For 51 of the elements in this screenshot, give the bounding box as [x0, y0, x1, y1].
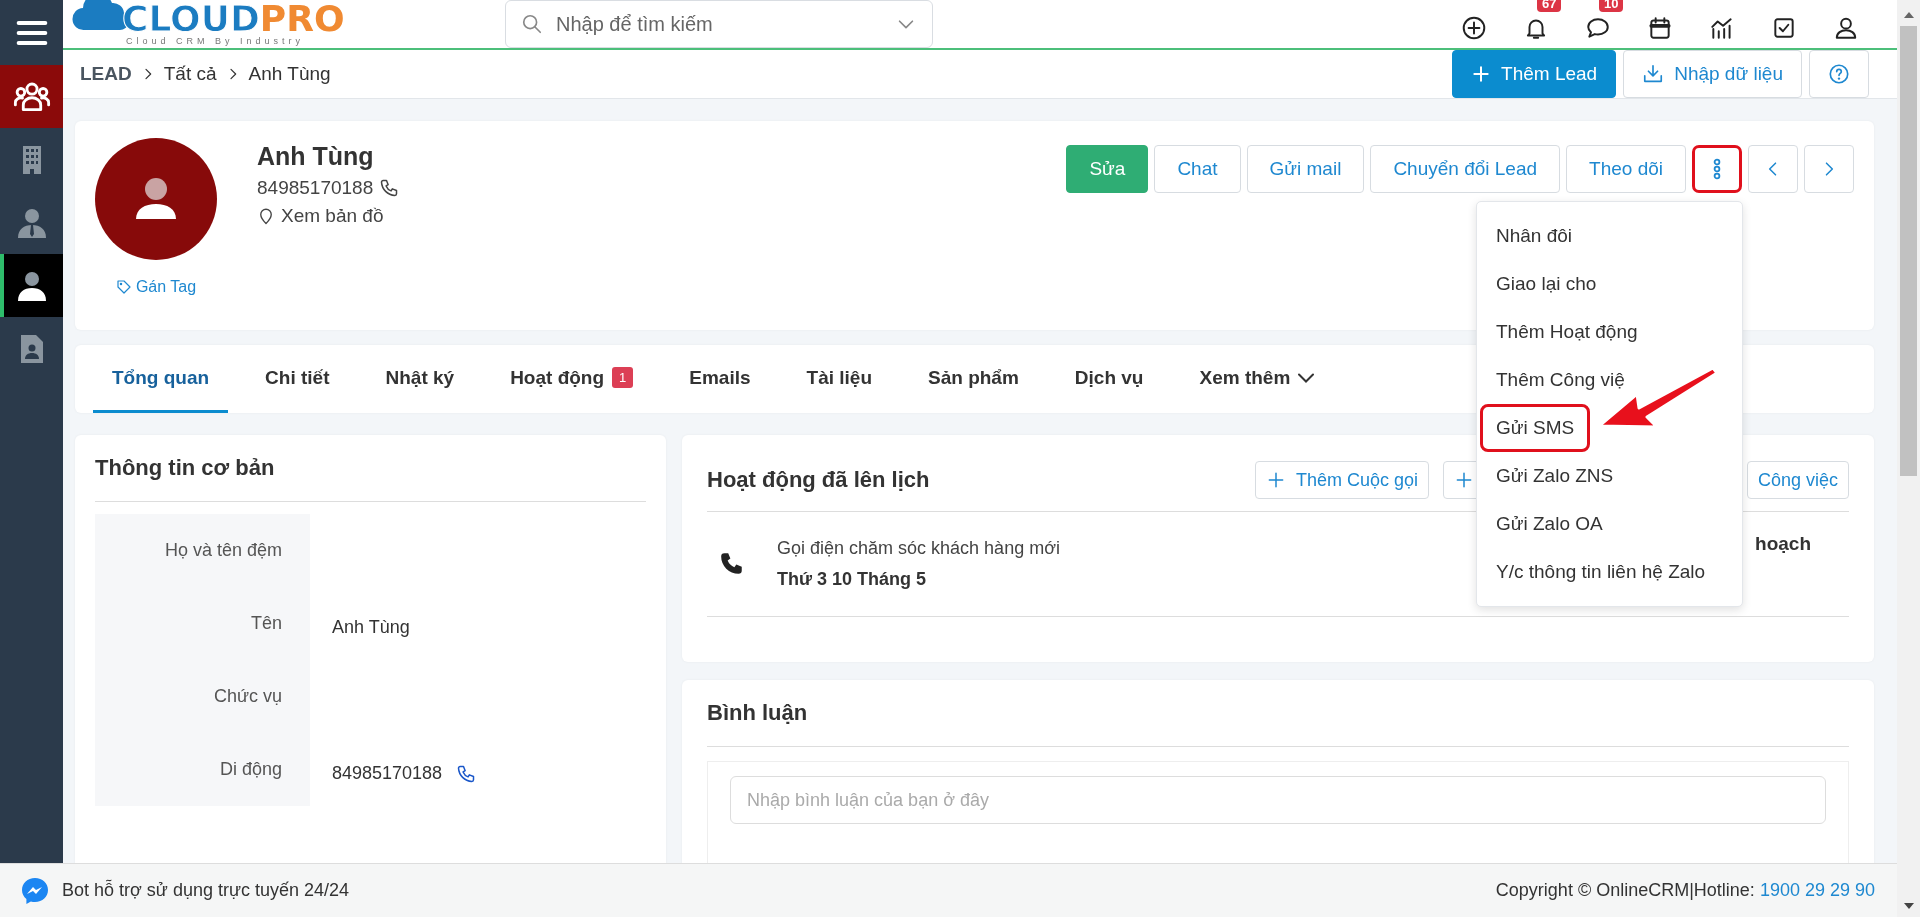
action-button[interactable]: Chat: [1154, 145, 1241, 193]
assign-tag-link[interactable]: Gán Tag: [115, 278, 197, 296]
action-button[interactable]: Chuyển đổi Lead: [1370, 145, 1561, 193]
activity-status: hoạch: [1755, 533, 1811, 555]
menu-item[interactable]: Gửi Zalo OA: [1480, 500, 1619, 548]
field-label: Họ và tên đệm: [164, 540, 282, 561]
card-title: Bình luận: [707, 700, 1849, 747]
tab[interactable]: Tài liệu: [787, 345, 892, 413]
menu-item[interactable]: Thêm Công việ: [1480, 356, 1641, 404]
field-label: Chức vụ: [213, 686, 282, 707]
menu-item[interactable]: Giao lại cho: [1480, 260, 1613, 308]
menu-item[interactable]: Gửi SMS: [1480, 404, 1591, 452]
tab[interactable]: Dịch vụ: [1055, 345, 1163, 413]
activity-title: Gọi điện chăm sóc khách hàng mới: [777, 538, 1060, 559]
tab[interactable]: Xem thêm: [1180, 345, 1334, 413]
lead-name: Anh Tùng: [257, 142, 375, 171]
tab[interactable]: Chi tiết: [246, 345, 349, 413]
add-activity-button[interactable]: Thêm Cuộc gọi: [1254, 461, 1429, 499]
menu-item[interactable]: Y/c thông tin liên hệ Zalo: [1480, 548, 1722, 596]
field-value: Anh Tùng: [332, 617, 410, 638]
field-value: 84985170188: [332, 763, 443, 784]
tab[interactable]: Nhật ký: [366, 345, 474, 413]
action-button[interactable]: Theo dõi: [1566, 145, 1686, 193]
bot-support-text: Bot hỗ trợ sử dụng trực tuyến 24/24: [62, 880, 350, 901]
phone-number: 84985170188: [257, 177, 374, 199]
field-label: Di động: [219, 759, 282, 780]
menu-item[interactable]: Thêm Hoạt động: [1480, 308, 1654, 356]
activity-date: Thứ 3 10 Tháng 5: [777, 569, 928, 590]
breadcrumb-link[interactable]: Tất cả: [163, 63, 217, 85]
tab[interactable]: Sản phẩm: [909, 345, 1038, 413]
breadcrumb-link[interactable]: LEAD: [80, 63, 132, 85]
import-button[interactable]: Nhập dữ liệu: [1623, 50, 1802, 98]
logo-tagline: Cloud CRM By Industry: [126, 36, 306, 46]
menu-item[interactable]: Nhân đôi: [1480, 212, 1589, 260]
tab[interactable]: Tổng quan: [93, 345, 229, 413]
tab[interactable]: Emails: [670, 345, 770, 413]
card-title: Thông tin cơ bản: [95, 455, 646, 502]
map-link[interactable]: Xem bản đồ: [257, 205, 384, 227]
count-badge: 1: [612, 367, 634, 388]
comment-field[interactable]: Nhập bình luận của bạn ở đây: [730, 776, 1826, 824]
menu-item[interactable]: Gửi Zalo ZNS: [1480, 452, 1630, 500]
card-title: Hoạt động đã lên lịch: [707, 467, 930, 493]
field-label: Tên: [250, 613, 282, 634]
action-button[interactable]: Gửi mail: [1246, 145, 1365, 193]
hotline-link[interactable]: 1900 29 29 90: [1759, 880, 1875, 901]
search-field[interactable]: Nhập để tìm kiếm: [505, 0, 933, 48]
tab[interactable]: Hoạt động 1: [491, 345, 653, 413]
breadcrumb-link[interactable]: Anh Tùng: [248, 63, 331, 85]
add-lead-button[interactable]: Thêm Lead: [1452, 50, 1617, 98]
copyright-text: Copyright © OnlineCRM|Hotline:: [1495, 880, 1755, 901]
activity-button[interactable]: Công việc: [1746, 461, 1849, 499]
